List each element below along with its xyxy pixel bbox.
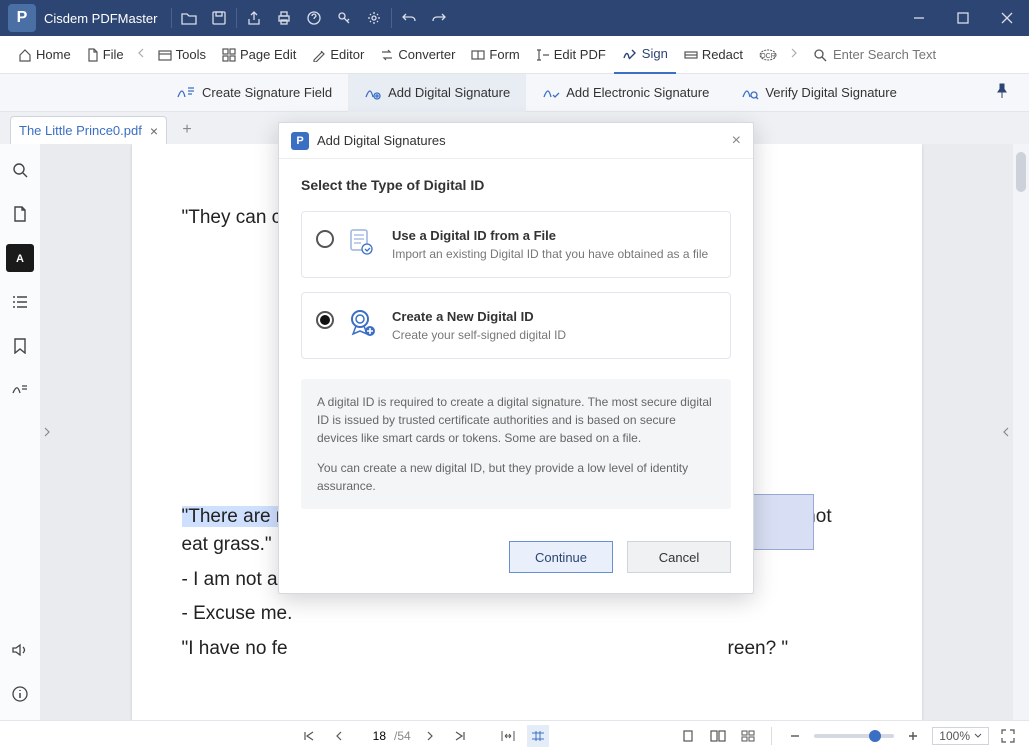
zoom-out-icon[interactable] bbox=[784, 725, 806, 747]
pin-icon[interactable] bbox=[995, 83, 1009, 102]
page-total: /54 bbox=[394, 729, 411, 743]
undo-icon[interactable] bbox=[394, 0, 424, 36]
sign-toolbar: Create Signature Field Add Digital Signa… bbox=[0, 74, 1029, 112]
continue-button[interactable]: Continue bbox=[509, 541, 613, 573]
vertical-scrollbar[interactable] bbox=[1013, 144, 1029, 720]
page-panel-icon[interactable] bbox=[6, 200, 34, 228]
zoom-value[interactable]: 100% bbox=[932, 727, 989, 745]
fullscreen-icon[interactable] bbox=[997, 725, 1019, 747]
sound-icon[interactable] bbox=[6, 636, 34, 664]
help-icon[interactable] bbox=[299, 0, 329, 36]
maximize-button[interactable] bbox=[941, 0, 985, 36]
create-signature-field-button[interactable]: Create Signature Field bbox=[160, 74, 348, 112]
open-icon[interactable] bbox=[174, 0, 204, 36]
radio-use-file[interactable] bbox=[316, 230, 334, 248]
zoom-slider-thumb[interactable] bbox=[869, 730, 881, 742]
info-icon[interactable] bbox=[6, 680, 34, 708]
svg-text:OCR: OCR bbox=[760, 53, 776, 60]
form-button[interactable]: Form bbox=[463, 36, 527, 74]
add-electronic-signature-button[interactable]: Add Electronic Signature bbox=[526, 74, 725, 112]
next-page-icon[interactable] bbox=[419, 725, 441, 747]
opt2-title: Create a New Digital ID bbox=[392, 309, 566, 324]
option-use-file[interactable]: Use a Digital ID from a File Import an e… bbox=[301, 211, 731, 278]
add-digital-signature-button[interactable]: Add Digital Signature bbox=[348, 74, 526, 112]
home-button[interactable]: Home bbox=[10, 36, 79, 74]
redo-icon[interactable] bbox=[424, 0, 454, 36]
two-page-icon[interactable] bbox=[707, 725, 729, 747]
collapse-right-icon[interactable] bbox=[999, 144, 1013, 720]
status-bar: /54 100% bbox=[0, 720, 1029, 750]
edit-pdf-button[interactable]: Edit PDF bbox=[528, 36, 614, 74]
bookmark-panel-icon[interactable] bbox=[6, 332, 34, 360]
search-panel-icon[interactable] bbox=[6, 156, 34, 184]
titlebar: P Cisdem PDFMaster bbox=[0, 0, 1029, 36]
last-page-icon[interactable] bbox=[449, 725, 471, 747]
text-panel-icon[interactable]: A bbox=[6, 244, 34, 272]
minimize-button[interactable] bbox=[897, 0, 941, 36]
svg-text:A: A bbox=[16, 253, 24, 265]
prev-page-icon[interactable] bbox=[328, 725, 350, 747]
ocr-button[interactable]: OCR bbox=[751, 36, 785, 74]
editor-button[interactable]: Editor bbox=[304, 36, 372, 74]
save-icon[interactable] bbox=[204, 0, 234, 36]
continuous-icon[interactable] bbox=[737, 725, 759, 747]
opt2-desc: Create your self-signed digital ID bbox=[392, 328, 566, 342]
dialog-title: Add Digital Signatures bbox=[317, 133, 446, 148]
chevron-left-icon bbox=[136, 47, 146, 62]
signature-panel-icon[interactable] bbox=[6, 376, 34, 404]
redact-button[interactable]: Redact bbox=[676, 36, 751, 74]
main-toolbar: Home File Tools Page Edit Editor Convert… bbox=[0, 36, 1029, 74]
fit-width-icon[interactable] bbox=[497, 725, 519, 747]
search-box bbox=[803, 47, 1029, 62]
page-input[interactable] bbox=[358, 729, 386, 743]
dialog-info: A digital ID is required to create a dig… bbox=[301, 379, 731, 509]
collapse-left-icon[interactable] bbox=[40, 144, 54, 720]
outline-panel-icon[interactable] bbox=[6, 288, 34, 316]
app-logo: P bbox=[8, 4, 36, 32]
add-tab-button[interactable]: + bbox=[173, 116, 201, 144]
document-tab[interactable]: The Little Prince0.pdf × bbox=[10, 116, 167, 144]
dialog-close-icon[interactable]: × bbox=[732, 132, 741, 150]
page-edit-button[interactable]: Page Edit bbox=[214, 36, 304, 74]
share-icon[interactable] bbox=[239, 0, 269, 36]
file-id-icon bbox=[348, 228, 378, 259]
sign-button[interactable]: Sign bbox=[614, 36, 676, 74]
file-button[interactable]: File bbox=[79, 36, 132, 74]
document-tab-label: The Little Prince0.pdf bbox=[19, 123, 142, 138]
settings-icon[interactable] bbox=[359, 0, 389, 36]
dialog-logo-icon: P bbox=[291, 132, 309, 150]
zoom-slider[interactable] bbox=[814, 734, 894, 738]
verify-digital-signature-button[interactable]: Verify Digital Signature bbox=[725, 74, 913, 112]
close-button[interactable] bbox=[985, 0, 1029, 36]
home-label: Home bbox=[36, 47, 71, 62]
cancel-button[interactable]: Cancel bbox=[627, 541, 731, 573]
badge-id-icon bbox=[348, 309, 378, 342]
option-create-new[interactable]: Create a New Digital ID Create your self… bbox=[301, 292, 731, 359]
app-title: Cisdem PDFMaster bbox=[44, 11, 157, 26]
left-panel: A bbox=[0, 144, 40, 720]
single-page-icon[interactable] bbox=[677, 725, 699, 747]
search-icon[interactable] bbox=[813, 48, 827, 62]
opt1-title: Use a Digital ID from a File bbox=[392, 228, 708, 243]
radio-create-new[interactable] bbox=[316, 311, 334, 329]
scrollbar-thumb[interactable] bbox=[1016, 152, 1026, 192]
close-tab-icon[interactable]: × bbox=[150, 123, 158, 139]
converter-button[interactable]: Converter bbox=[372, 36, 463, 74]
key-icon[interactable] bbox=[329, 0, 359, 36]
zoom-in-icon[interactable] bbox=[902, 725, 924, 747]
dialog-titlebar: P Add Digital Signatures × bbox=[279, 123, 753, 159]
chevron-right-icon bbox=[789, 47, 799, 62]
first-page-icon[interactable] bbox=[298, 725, 320, 747]
add-digital-signatures-dialog: P Add Digital Signatures × Select the Ty… bbox=[278, 122, 754, 594]
print-icon[interactable] bbox=[269, 0, 299, 36]
opt1-desc: Import an existing Digital ID that you h… bbox=[392, 247, 708, 261]
tools-button[interactable]: Tools bbox=[150, 36, 214, 74]
search-input[interactable] bbox=[833, 47, 973, 62]
fit-page-icon[interactable] bbox=[527, 725, 549, 747]
dialog-heading: Select the Type of Digital ID bbox=[301, 177, 731, 193]
